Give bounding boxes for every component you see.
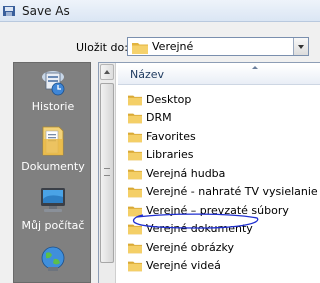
places-bar: Historie Dokumenty Můj počítač: [13, 62, 91, 283]
folder-rows: Desktop DRM Favorites Libraries Verejná …: [128, 90, 318, 275]
history-icon: [42, 71, 65, 96]
window-title: Save As: [22, 4, 70, 18]
chevron-down-icon[interactable]: [293, 38, 308, 55]
list-item[interactable]: Verejné – prevzaté súbory: [128, 201, 318, 220]
folder-icon: [128, 261, 142, 272]
save-as-dialog: Uložit do: Verejné Historie Dokumenty Mů…: [0, 22, 320, 283]
folder-icon: [128, 132, 142, 142]
folder-icon: [128, 95, 142, 105]
place-documents[interactable]: Dokumenty: [14, 125, 92, 173]
save-as-icon: [3, 6, 15, 16]
folder-icon: [128, 150, 142, 161]
documents-icon: [42, 126, 64, 156]
title-bar: Save As: [0, 0, 320, 22]
list-item[interactable]: Libraries: [128, 146, 318, 165]
list-item[interactable]: Verejné obrázky: [128, 238, 318, 257]
list-item-highlighted[interactable]: Verejné dokumenty: [128, 220, 318, 239]
folder-icon: [132, 43, 148, 54]
list-item[interactable]: Desktop: [128, 90, 318, 109]
save-in-value: Verejné: [152, 40, 194, 53]
place-history[interactable]: Historie: [14, 67, 92, 113]
list-item[interactable]: Favorites: [128, 127, 318, 146]
scroll-up-button[interactable]: [100, 64, 114, 80]
list-item[interactable]: DRM: [128, 109, 318, 128]
folder-icon: [128, 169, 142, 179]
network-globe-icon: [41, 246, 65, 271]
save-in-dropdown[interactable]: Verejné: [127, 37, 309, 56]
folder-icon: [128, 206, 142, 216]
folder-icon: [128, 243, 142, 253]
file-list[interactable]: Název Desktop DRM Favorites Libraries Ve…: [98, 62, 320, 283]
place-network[interactable]: [14, 245, 92, 278]
place-label: Historie: [31, 100, 75, 113]
folder-icon: [128, 187, 142, 198]
place-label: Dokumenty: [21, 160, 85, 173]
column-header-label: Název: [130, 68, 165, 81]
folder-icon: [128, 224, 142, 235]
column-header-name[interactable]: Název: [118, 65, 320, 85]
scroll-thumb[interactable]: [100, 83, 114, 263]
place-my-computer[interactable]: Můj počítač: [14, 186, 92, 232]
save-in-label: Uložit do:: [76, 41, 128, 54]
folder-icon: [128, 113, 142, 124]
list-item[interactable]: Verejná hudba: [128, 164, 318, 183]
list-item[interactable]: Verejné videá: [128, 257, 318, 276]
place-label: Můj počítač: [21, 219, 85, 232]
sort-up-icon: [252, 66, 258, 69]
my-computer-icon: [41, 188, 65, 212]
vertical-scrollbar[interactable]: [99, 63, 116, 283]
list-item[interactable]: Verejné - nahraté TV vysielanie: [128, 183, 318, 202]
